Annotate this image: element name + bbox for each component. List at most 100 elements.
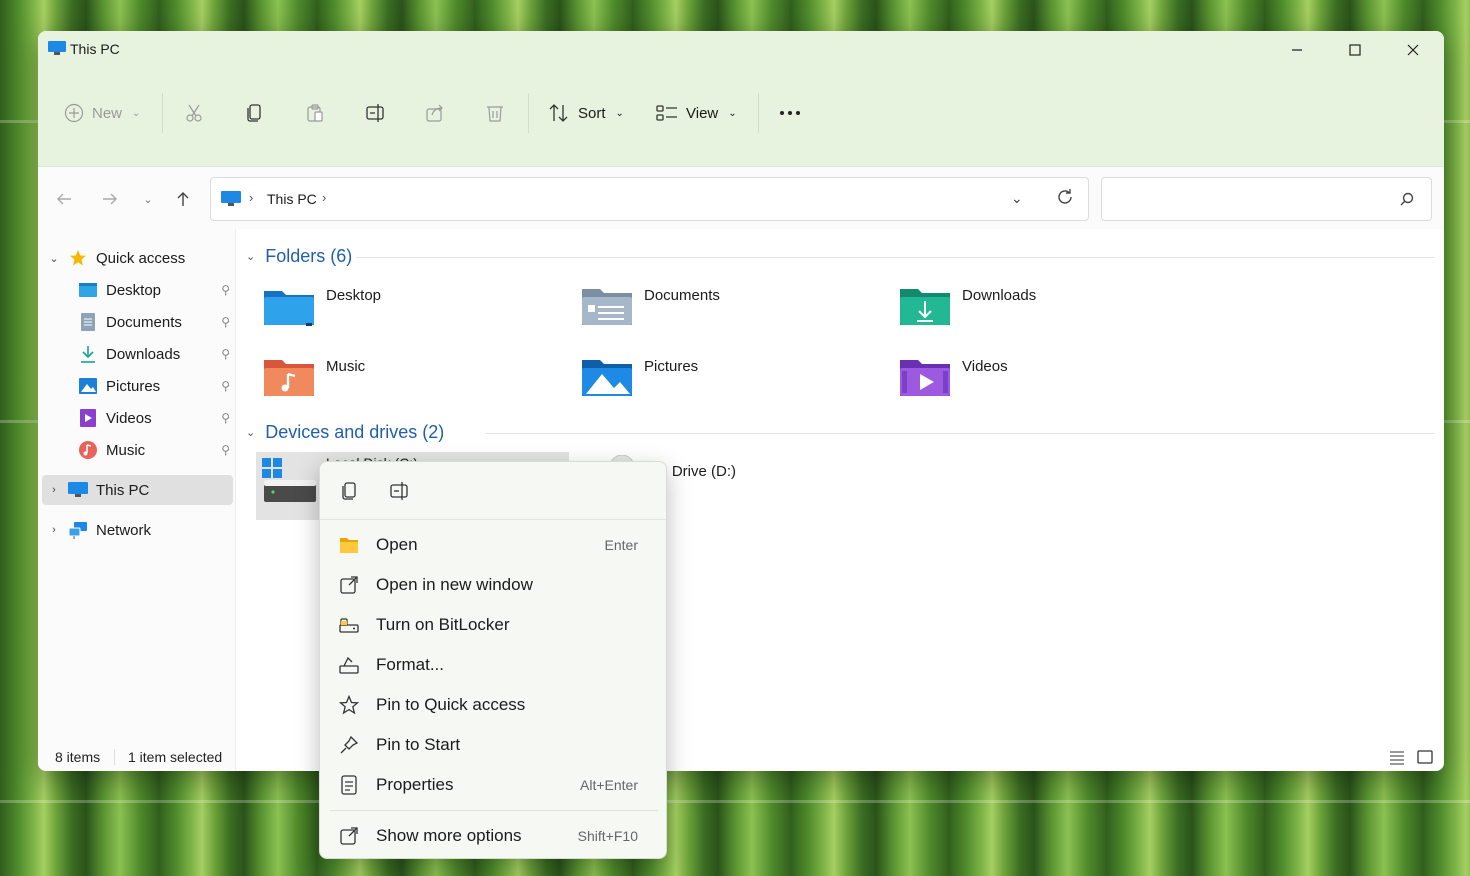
pin-icon[interactable]: ⚲ — [221, 443, 230, 457]
clipboard-icon — [307, 104, 323, 122]
new-button[interactable]: New ⌄ — [64, 91, 140, 135]
address-bar[interactable]: › This PC › ⌄ — [210, 177, 1089, 221]
close-button[interactable] — [1384, 31, 1442, 69]
chevron-down-icon[interactable]: ⌄ — [246, 426, 255, 439]
desktop-folder-icon — [264, 291, 314, 326]
chevron-right-icon[interactable]: › — [46, 524, 62, 536]
sidebar-item-pictures[interactable]: Pictures ⚲ — [38, 371, 234, 401]
title-bar: This PC — [38, 31, 1444, 69]
sort-icon — [549, 104, 568, 122]
up-button[interactable] — [169, 185, 197, 213]
pin-icon[interactable]: ⚲ — [221, 347, 230, 361]
folder-desktop[interactable]: Desktop — [262, 283, 381, 327]
pictures-icon — [78, 377, 98, 395]
large-icons-view-icon[interactable] — [1414, 746, 1436, 768]
pin-icon[interactable]: ⚲ — [221, 379, 230, 393]
menu-item-bitlocker[interactable]: Turn on BitLocker — [330, 607, 658, 643]
minimize-button[interactable] — [1268, 31, 1326, 69]
breadcrumb-this-pc[interactable]: This PC — [267, 191, 317, 207]
sidebar-item-label: Pictures — [106, 377, 161, 395]
sidebar-item-this-pc[interactable]: › This PC — [42, 475, 233, 505]
sidebar-item-music[interactable]: Music ⚲ — [38, 435, 234, 465]
chevron-down-icon[interactable]: ⌄ — [246, 250, 255, 263]
chevron-down-icon[interactable]: ⌄ — [1011, 190, 1023, 207]
this-pc-icon — [48, 41, 66, 55]
menu-item-show-more-options[interactable]: Show more options Shift+F10 — [330, 818, 658, 854]
trash-icon — [487, 106, 503, 122]
forward-button[interactable] — [96, 185, 124, 213]
menu-item-label: Pin to Quick access — [376, 695, 526, 714]
breadcrumb-chevron-icon[interactable]: › — [322, 190, 326, 205]
share-button[interactable] — [425, 91, 445, 135]
pin-icon[interactable]: ⚲ — [221, 283, 230, 297]
pin-icon — [338, 734, 360, 756]
sidebar-item-desktop[interactable]: Desktop ⚲ — [38, 275, 234, 305]
delete-button[interactable] — [485, 91, 505, 135]
toolbar-divider — [758, 93, 759, 133]
sidebar-item-network[interactable]: › Network — [38, 515, 234, 545]
menu-item-pin-to-start[interactable]: Pin to Start — [330, 727, 658, 763]
sidebar-item-videos[interactable]: Videos ⚲ — [38, 403, 234, 433]
menu-item-open[interactable]: Open Enter — [330, 527, 658, 563]
section-divider — [486, 433, 1434, 434]
pin-icon[interactable]: ⚲ — [221, 315, 230, 329]
chevron-right-icon[interactable]: › — [46, 484, 62, 496]
sidebar-item-quick-access[interactable]: ⌄ Quick access — [38, 243, 234, 273]
documents-folder-icon — [582, 289, 632, 325]
context-copy-button[interactable] — [334, 476, 366, 506]
drives-section-header[interactable]: ⌄ Devices and drives (2) — [246, 420, 444, 444]
folder-pictures[interactable]: Pictures — [580, 354, 698, 398]
selection-count: 1 item selected — [128, 749, 223, 765]
back-button[interactable] — [50, 185, 78, 213]
local-disk-icon — [262, 458, 316, 502]
rename-button[interactable] — [365, 91, 387, 135]
recent-locations-button[interactable]: ⌄ — [134, 185, 162, 213]
folder-documents[interactable]: Documents — [580, 283, 720, 327]
menu-item-properties[interactable]: Properties Alt+Enter — [330, 767, 658, 803]
ellipsis-icon — [780, 111, 800, 115]
downloads-icon — [78, 345, 98, 363]
menu-item-label: Open — [376, 535, 418, 554]
folder-label: Pictures — [644, 358, 699, 375]
pin-icon[interactable]: ⚲ — [221, 411, 230, 425]
section-divider — [356, 257, 1434, 258]
paste-button[interactable] — [305, 91, 325, 135]
music-icon — [78, 441, 98, 459]
search-box[interactable] — [1101, 177, 1432, 221]
menu-item-format[interactable]: Format... — [330, 647, 658, 683]
refresh-icon[interactable] — [1056, 188, 1074, 209]
sort-button[interactable]: Sort ⌄ — [548, 91, 624, 135]
context-rename-button[interactable] — [384, 476, 416, 506]
copy-icon — [342, 482, 356, 500]
folder-label: Music — [326, 358, 366, 375]
folder-videos[interactable]: Videos — [898, 354, 1008, 398]
music-folder-icon — [264, 360, 314, 396]
chevron-down-icon: ⌄ — [132, 107, 141, 119]
menu-item-pin-quick-access[interactable]: Pin to Quick access — [330, 687, 658, 723]
arrow-right-icon — [103, 193, 117, 205]
context-menu-quick-actions — [320, 462, 666, 520]
breadcrumb-chevron-icon[interactable]: › — [249, 190, 253, 205]
menu-item-open-in-new-window[interactable]: Open in new window — [330, 567, 658, 603]
sidebar-item-documents[interactable]: Documents ⚲ — [38, 307, 234, 337]
videos-icon — [78, 409, 98, 427]
cut-button[interactable] — [184, 91, 204, 135]
view-button[interactable]: View ⌄ — [656, 91, 737, 135]
folder-icon — [338, 534, 360, 556]
show-more-options-icon — [338, 825, 360, 847]
copy-button[interactable] — [245, 91, 265, 135]
folders-section-header[interactable]: ⌄ Folders (6) — [246, 244, 352, 268]
open-new-window-icon — [338, 574, 360, 596]
details-view-icon[interactable] — [1386, 746, 1408, 768]
more-options-button[interactable] — [778, 91, 802, 135]
chevron-down-icon[interactable]: ⌄ — [46, 252, 62, 265]
sidebar-item-downloads[interactable]: Downloads ⚲ — [38, 339, 234, 369]
folder-label: Videos — [962, 358, 1008, 375]
maximize-button[interactable] — [1326, 31, 1384, 69]
share-icon — [426, 104, 443, 122]
navigation-pane: ⌄ Quick access Desktop ⚲ Documents ⚲ Dow… — [38, 229, 236, 771]
plus-circle-icon — [64, 103, 84, 123]
folder-downloads[interactable]: Downloads — [898, 283, 1036, 327]
folder-music[interactable]: Music — [262, 354, 365, 398]
star-icon — [68, 249, 88, 267]
